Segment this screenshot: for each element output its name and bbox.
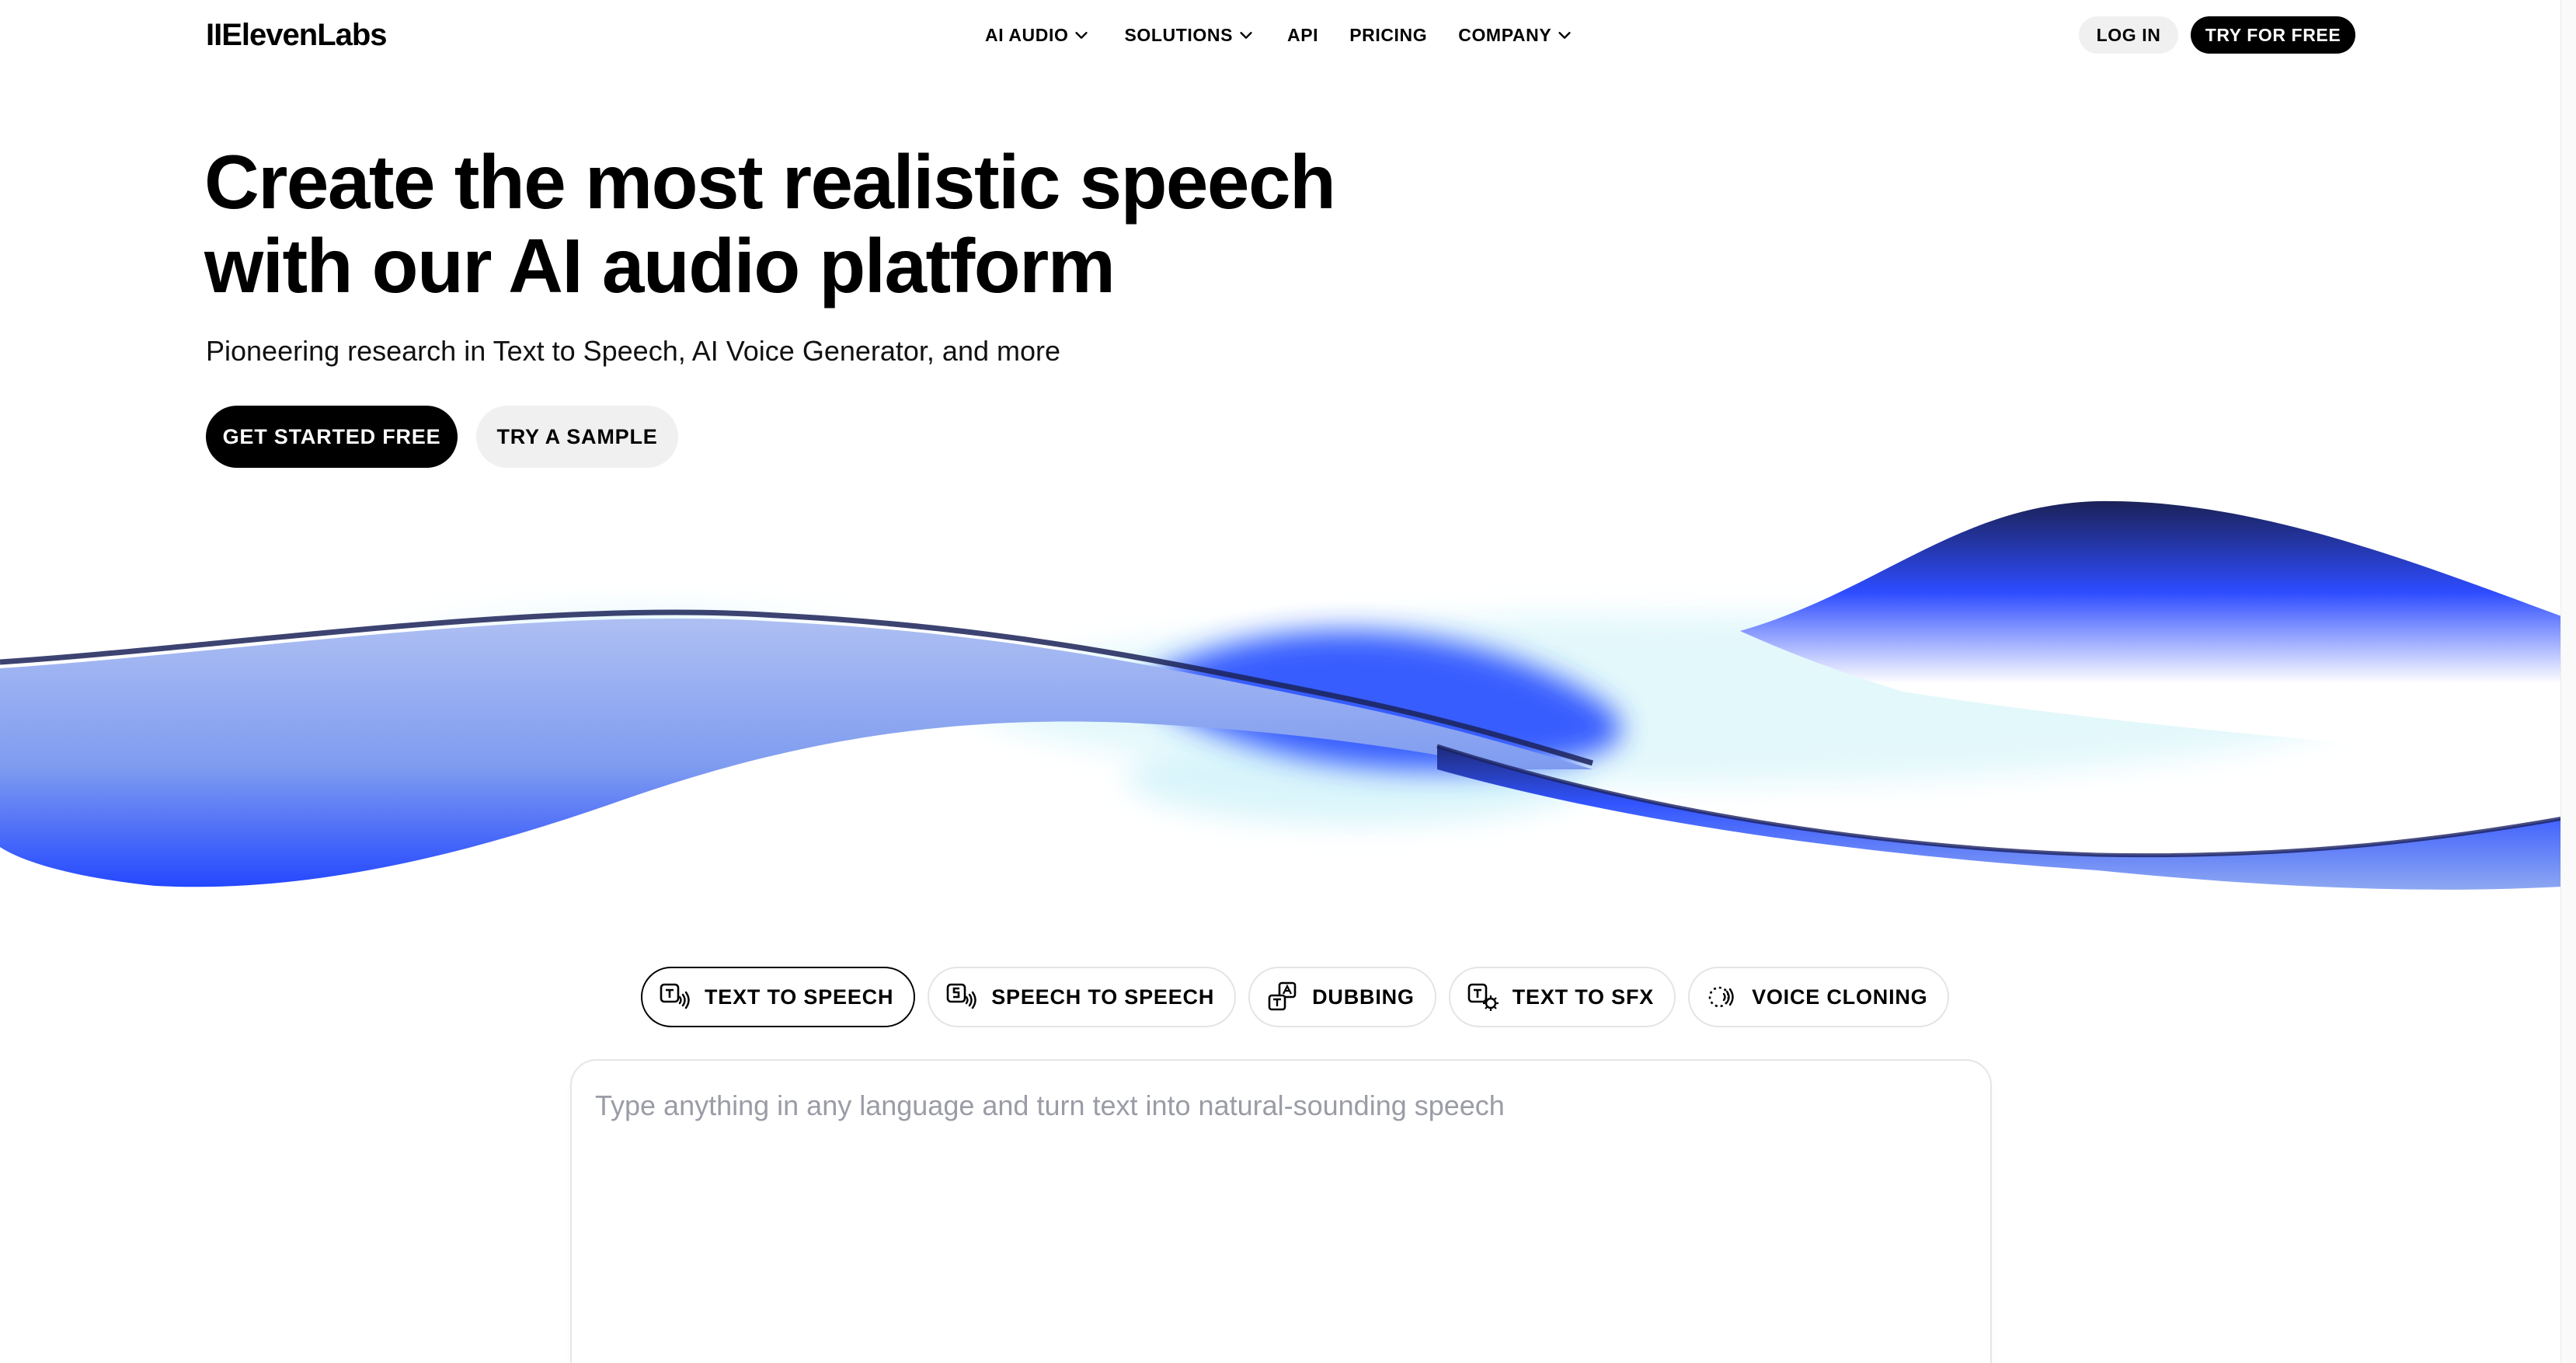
nav-item-ai-audio[interactable]: AI AUDIO (985, 25, 1090, 46)
text-to-sfx-icon (1467, 983, 1499, 1011)
nav-item-solutions[interactable]: SOLUTIONS (1124, 25, 1255, 46)
chevron-down-icon (1075, 32, 1088, 39)
nav-item-api[interactable]: API (1287, 25, 1318, 46)
nav-item-label: COMPANY (1458, 24, 1552, 45)
tab-text-to-speech[interactable]: TEXT TO SPEECH (641, 967, 916, 1027)
tab-label: SPEECH TO SPEECH (991, 985, 1215, 1009)
try-a-sample-button[interactable]: TRY A SAMPLE (476, 406, 678, 468)
chevron-down-icon (1240, 32, 1252, 39)
voice-cloning-icon (1708, 986, 1734, 1008)
elevenlabs-logo[interactable]: IIElevenLabs (206, 14, 388, 56)
hero-subtitle: Pioneering research in Text to Speech, A… (206, 335, 1061, 367)
hero-title-line-1: Create the most realistic speech (204, 139, 1336, 225)
tab-speech-to-speech[interactable]: SPEECH TO SPEECH (928, 967, 1237, 1027)
nav-item-pricing[interactable]: PRICING (1349, 25, 1427, 46)
nav-item-label: AI AUDIO (985, 24, 1069, 45)
tab-label: DUBBING (1312, 985, 1415, 1009)
nav-item-label: PRICING (1349, 24, 1428, 45)
hero-title: Create the most realistic speech with ou… (204, 140, 1385, 308)
nav-item-label: SOLUTIONS (1124, 24, 1234, 45)
dubbing-icon (1268, 981, 1297, 1011)
nav-item-company[interactable]: COMPANY (1458, 25, 1573, 46)
tab-dubbing[interactable]: DUBBING (1248, 967, 1436, 1027)
tab-label: TEXT TO SFX (1512, 985, 1655, 1009)
tab-label: TEXT TO SPEECH (705, 985, 894, 1009)
nav-item-label: API (1287, 24, 1319, 45)
tab-voice-cloning[interactable]: VOICE CLONING (1688, 967, 1950, 1027)
product-tabs: TEXT TO SPEECH SPEECH TO SPEECH DUBBING (641, 966, 1962, 1028)
log-in-button[interactable]: LOG IN (2079, 16, 2178, 54)
tab-label: VOICE CLONING (1752, 985, 1928, 1009)
get-started-free-button[interactable]: GET STARTED FREE (206, 406, 458, 468)
page-scrollbar[interactable] (2560, 0, 2576, 1363)
page: IIElevenLabs AI AUDIO SOLUTIONS API PRIC… (0, 0, 2576, 1363)
chevron-down-icon (1558, 32, 1571, 39)
text-to-speech-input[interactable] (595, 1089, 1962, 1353)
audio-wave-graphic (0, 500, 2576, 890)
text-to-speech-icon (660, 983, 690, 1009)
try-for-free-button[interactable]: TRY FOR FREE (2191, 16, 2355, 54)
main-nav: AI AUDIO SOLUTIONS API PRICING COMPANY (985, 19, 1573, 51)
tab-text-to-sfx[interactable]: TEXT TO SFX (1448, 967, 1676, 1027)
speech-to-speech-icon (946, 983, 976, 1009)
text-to-speech-panel (570, 1059, 1992, 1363)
hero-title-line-2: with our AI audio platform (204, 223, 1116, 309)
